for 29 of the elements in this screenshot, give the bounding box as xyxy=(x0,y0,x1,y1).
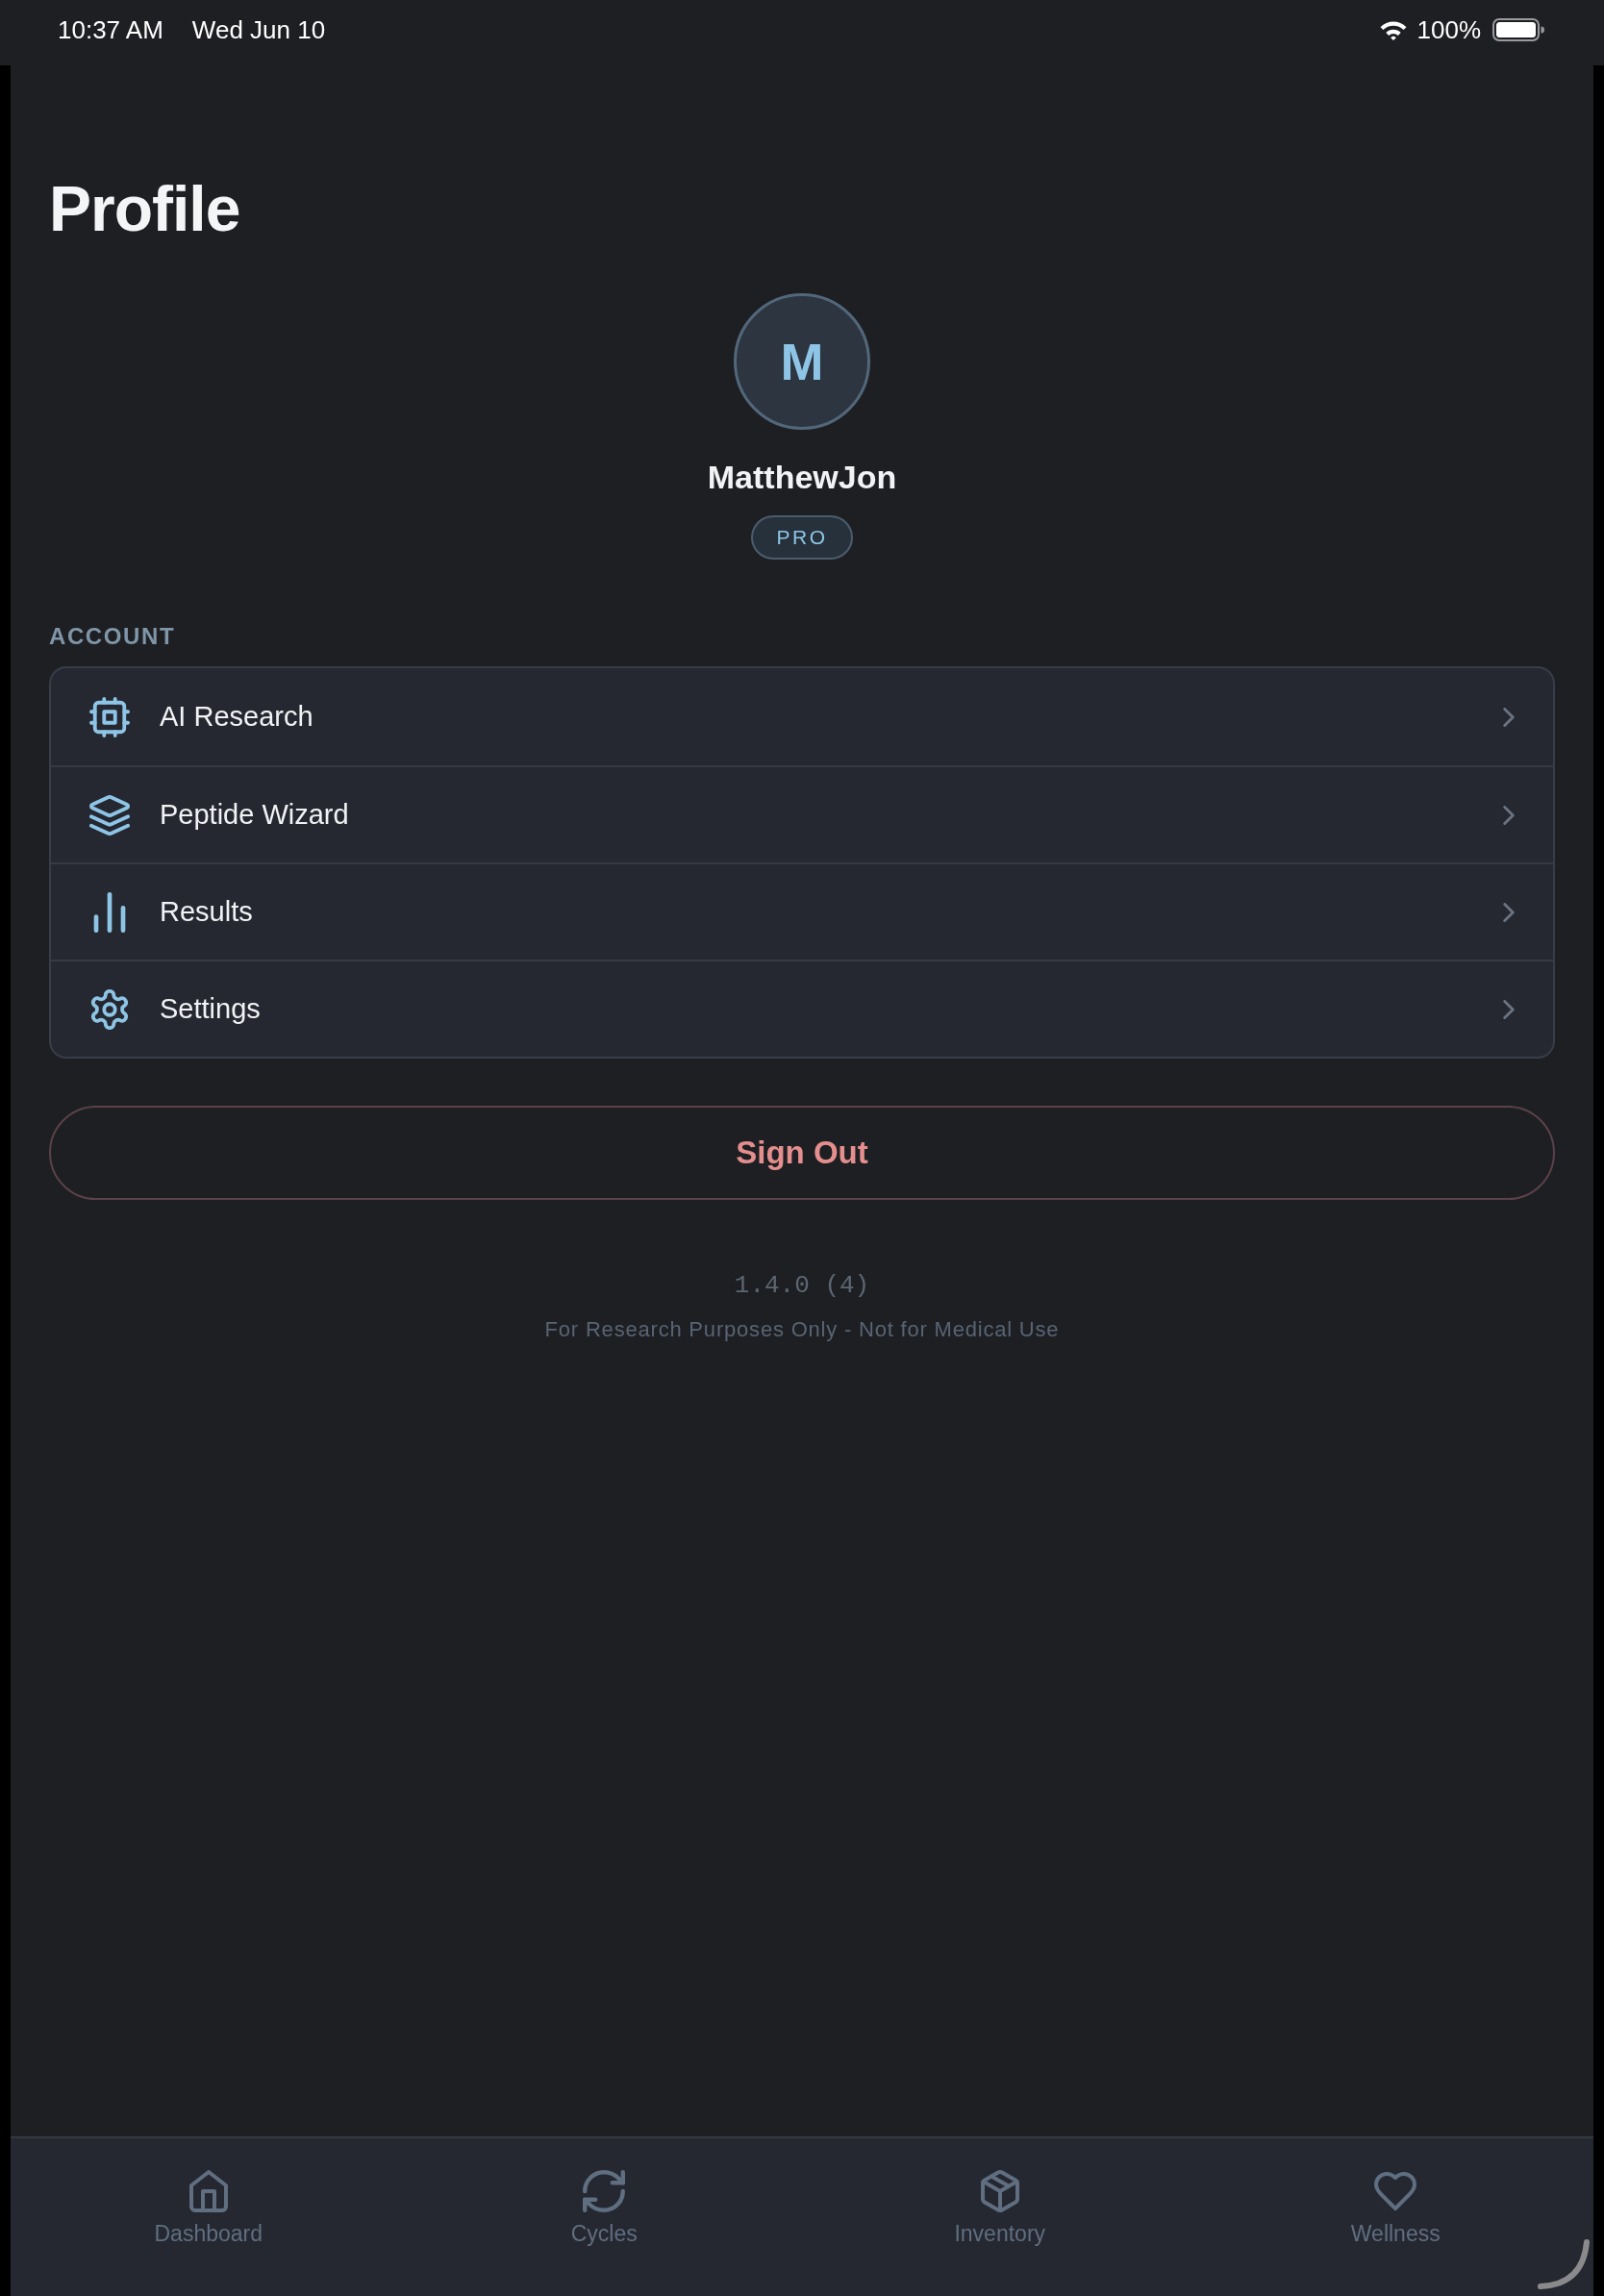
status-date: Wed Jun 10 xyxy=(191,14,326,45)
home-icon xyxy=(187,2170,230,2212)
menu-item[interactable]: Settings xyxy=(51,960,1553,1057)
resize-handle-icon[interactable] xyxy=(1537,2238,1591,2290)
chevron-right-icon xyxy=(1503,805,1515,825)
battery-icon xyxy=(1492,18,1544,41)
chevron-right-icon xyxy=(1503,902,1515,922)
version-text: 1.4.0 (4) xyxy=(734,1270,870,1301)
avatar: M xyxy=(734,293,870,430)
chevron-right-icon xyxy=(1503,707,1515,727)
battery-percent: 100% xyxy=(1416,14,1481,45)
disclaimer-text: For Research Purposes Only - Not for Medical Use xyxy=(544,1316,1060,1342)
settings-icon xyxy=(89,988,130,1030)
heart-icon xyxy=(1374,2170,1417,2212)
section-heading: ACCOUNT xyxy=(49,622,176,650)
chevron-right-icon xyxy=(1503,999,1515,1019)
menu-item[interactable]: Results xyxy=(51,862,1553,960)
wifi-icon xyxy=(1378,19,1408,40)
status-time: 10:37 AM xyxy=(58,14,163,45)
refresh-icon xyxy=(583,2170,626,2212)
plan-badge: PRO xyxy=(751,515,853,560)
menu-item[interactable]: Peptide Wizard xyxy=(51,765,1553,862)
box-icon xyxy=(978,2170,1021,2212)
chip-icon xyxy=(89,696,130,737)
layers-icon xyxy=(89,794,130,836)
page-title: Profile xyxy=(49,172,240,246)
user-name: MatthewJon xyxy=(707,458,897,497)
sign-out-button[interactable]: Sign Out xyxy=(49,1106,1555,1200)
menu-item[interactable]: AI Research xyxy=(51,668,1553,765)
